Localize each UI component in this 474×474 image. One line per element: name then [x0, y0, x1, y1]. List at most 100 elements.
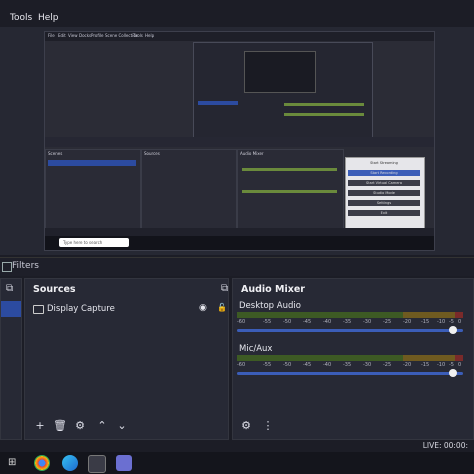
source-label: Display Capture [47, 304, 115, 314]
scene-selected[interactable] [1, 301, 21, 317]
tick-label: -30 [363, 319, 372, 325]
preview-menu-tools: Tools [133, 33, 143, 38]
preview-dock-mixer: Audio Mixer [237, 149, 344, 229]
preview-statusbar [45, 228, 434, 236]
tick-label: -15 [421, 362, 430, 368]
preview-dock-sources: Sources [141, 149, 237, 229]
source-item[interactable]: Display Capture ◉ 🔓 [31, 303, 227, 317]
nested-meter-2 [284, 113, 364, 116]
preview-taskbar: Type here to search [45, 236, 434, 250]
tick-label: -5 [449, 362, 454, 368]
preview-dd-item: Start Recording [348, 170, 420, 176]
menubar: Tools Help [0, 10, 474, 27]
preview-mixer-meter-1 [242, 168, 337, 171]
dock-undock-icon[interactable]: ⧉ [221, 283, 233, 295]
lock-icon[interactable]: 🔓 [217, 303, 227, 312]
tick-label: -45 [303, 319, 312, 325]
mixer-menu-button[interactable]: ⋮ [261, 419, 275, 433]
move-up-button[interactable]: ⌃ [95, 419, 109, 433]
task-view-icon[interactable]: ⊞ [8, 455, 24, 471]
windows-taskbar: ⊞ [0, 452, 474, 474]
preview-dd-item: Settings [348, 200, 420, 206]
tick-label: 0 [458, 362, 462, 368]
menu-help[interactable]: Help [38, 13, 59, 23]
preview-search-box: Type here to search [59, 238, 129, 247]
preview-dd-item: Studio Mode [348, 190, 420, 196]
preview-dd-item: Start Streaming [348, 160, 420, 166]
channel-name: Mic/Aux [239, 344, 273, 354]
source-properties-button[interactable]: ⚙ [73, 419, 87, 433]
preview-dock-title: Scenes [48, 151, 63, 156]
tick-label: 0 [458, 319, 462, 325]
move-down-button[interactable]: ⌄ [115, 419, 129, 433]
preview-menu-view: View [68, 33, 78, 38]
tick-label: -25 [383, 319, 392, 325]
preview-dd-item: Exit [348, 210, 420, 216]
tick-label: -40 [323, 319, 332, 325]
preview-dock-title: Sources [144, 151, 160, 156]
volume-meter [237, 355, 463, 361]
tick-label: -55 [263, 319, 272, 325]
preview-scene-selected [48, 160, 136, 166]
tick-label: -20 [403, 319, 412, 325]
volume-slider[interactable] [237, 369, 463, 377]
tick-label: -35 [343, 319, 352, 325]
tick-label: -25 [383, 362, 392, 368]
tick-label: -50 [283, 362, 292, 368]
program-preview[interactable]: File Edit View Docks Profile Scene Colle… [44, 31, 435, 251]
meter-ticks: -60 -55 -50 -45 -40 -35 -30 -25 -20 -15 … [237, 362, 463, 370]
volume-slider[interactable] [237, 326, 463, 334]
filters-label[interactable]: Filters [12, 261, 39, 271]
tick-label: -40 [323, 362, 332, 368]
nested-preview [244, 51, 316, 93]
statusbar: LIVE: 00:00: [0, 440, 474, 452]
tick-label: -35 [343, 362, 352, 368]
obs-icon[interactable] [88, 455, 106, 473]
scenes-dock: ⧉ [0, 278, 22, 440]
edge-icon[interactable] [62, 455, 78, 471]
nested-selected-scene [198, 101, 238, 105]
preview-menu-file: File [48, 33, 55, 38]
add-source-button[interactable]: + [33, 419, 47, 433]
nested-obs-window [193, 42, 373, 140]
chrome-icon[interactable] [34, 455, 50, 471]
menu-tools[interactable]: Tools [10, 13, 32, 23]
remove-source-button[interactable]: 🗑 [53, 419, 67, 433]
preview-menu-profile: Profile [91, 33, 104, 38]
tick-label: -10 [437, 362, 446, 368]
tick-label: -60 [237, 362, 246, 368]
preview-menu-help: Help [145, 33, 155, 38]
tick-label: -60 [237, 319, 246, 325]
tick-label: -30 [363, 362, 372, 368]
filters-icon [2, 262, 12, 272]
slider-knob[interactable] [449, 326, 457, 334]
sources-dock: Sources Display Capture ◉ 🔓 + 🗑 ⚙ ⌃ ⌄ [24, 278, 229, 440]
eye-icon[interactable]: ◉ [199, 303, 207, 313]
tick-label: -5 [449, 319, 454, 325]
docks-area: ⧉ Sources Display Capture ◉ 🔓 + 🗑 ⚙ ⌃ ⌄ … [0, 278, 474, 440]
tick-label: -50 [283, 319, 292, 325]
preview-menu-edit: Edit [58, 33, 66, 38]
meter-ticks: -60 -55 -50 -45 -40 -35 -30 -25 -20 -15 … [237, 319, 463, 327]
preview-dock-scenes: Scenes [45, 149, 141, 229]
audio-mixer-dock: Audio Mixer ⧉ Desktop Audio -60 -55 -50 … [221, 278, 474, 440]
mixer-settings-button[interactable]: ⚙ [239, 419, 253, 433]
tick-label: -15 [421, 319, 430, 325]
dock-undock-icon[interactable]: ⧉ [6, 283, 18, 295]
audio-mixer-header: Audio Mixer ⧉ [221, 279, 473, 299]
preview-menubar: File Edit View Docks Profile Scene Colle… [45, 32, 434, 41]
tick-label: -20 [403, 362, 412, 368]
filters-bar: Filters [0, 257, 474, 276]
audio-mixer-title: Audio Mixer [241, 284, 305, 295]
volume-meter [237, 312, 463, 318]
preview-strip [45, 137, 434, 147]
slider-knob[interactable] [449, 369, 457, 377]
preview-dock-title: Audio Mixer [240, 151, 264, 156]
channel-name: Desktop Audio [239, 301, 301, 311]
tick-label: -10 [437, 319, 446, 325]
monitor-icon [33, 305, 44, 314]
app-icon[interactable] [116, 455, 132, 471]
live-timer: LIVE: 00:00: [422, 441, 468, 450]
sources-header: Sources [25, 279, 228, 299]
preview-mixer-meter-2 [242, 190, 337, 193]
